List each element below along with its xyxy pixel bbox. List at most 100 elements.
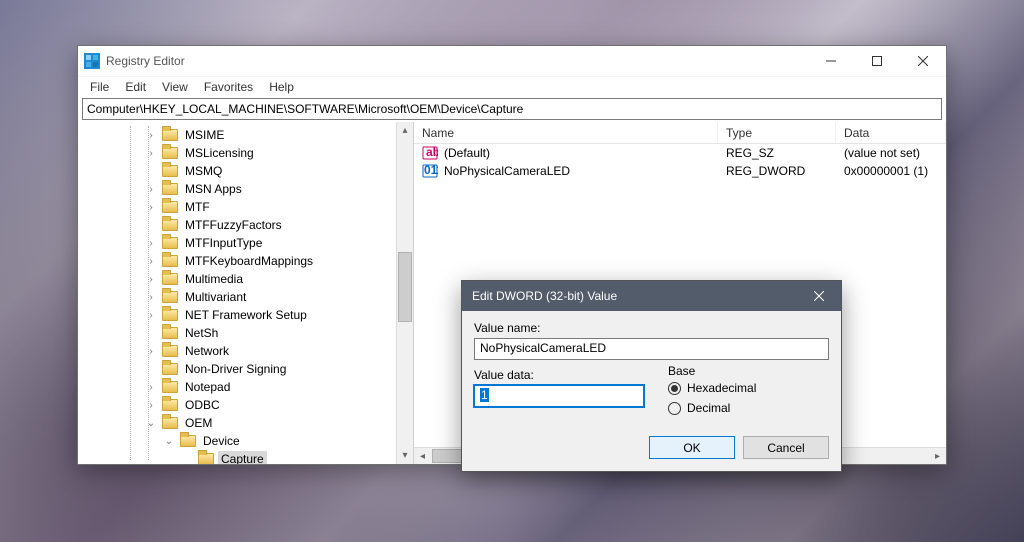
tree-node-label: Network xyxy=(182,343,232,359)
folder-icon xyxy=(162,399,178,411)
cancel-button[interactable]: Cancel xyxy=(743,436,829,459)
folder-icon xyxy=(162,363,178,375)
dialog-close-button[interactable] xyxy=(797,281,841,311)
value-data-field[interactable]: 1 xyxy=(474,385,644,407)
tree-node-label: MTFKeyboardMappings xyxy=(182,253,316,269)
column-data[interactable]: Data xyxy=(836,122,946,143)
tree-node[interactable]: Non-Driver Signing xyxy=(78,360,396,378)
value-data-label: Value data: xyxy=(474,368,644,382)
chevron-right-icon[interactable]: › xyxy=(144,256,158,267)
tree-node[interactable]: › MTFKeyboardMappings xyxy=(78,252,396,270)
folder-icon xyxy=(162,309,178,321)
ok-button[interactable]: OK xyxy=(649,436,735,459)
folder-icon xyxy=(162,183,178,195)
address-text: Computer\HKEY_LOCAL_MACHINE\SOFTWARE\Mic… xyxy=(87,102,523,116)
radio-button-icon xyxy=(668,382,681,395)
menu-edit[interactable]: Edit xyxy=(117,78,154,96)
tree-node-label: OEM xyxy=(182,415,215,431)
tree-node[interactable]: ›Notepad xyxy=(78,378,396,396)
tree-node-label: MSMQ xyxy=(182,163,225,179)
chevron-right-icon[interactable]: › xyxy=(144,202,158,213)
tree-node[interactable]: ›MTFInputType xyxy=(78,234,396,252)
maximize-button[interactable] xyxy=(854,46,900,76)
value-data: (value not set) xyxy=(836,146,946,160)
tree-node[interactable]: NetSh xyxy=(78,324,396,342)
radio-decimal[interactable]: Decimal xyxy=(668,398,829,418)
chevron-right-icon[interactable]: › xyxy=(144,310,158,321)
tree-node-label: MTFFuzzyFactors xyxy=(182,217,285,233)
value-type: REG_SZ xyxy=(718,146,836,160)
chevron-down-icon[interactable]: ⌄ xyxy=(144,418,158,429)
scroll-up-arrow-icon[interactable]: ▴ xyxy=(397,122,413,139)
folder-icon xyxy=(198,453,214,464)
chevron-right-icon[interactable]: › xyxy=(144,400,158,411)
chevron-right-icon[interactable]: › xyxy=(144,346,158,357)
edit-dword-dialog: Edit DWORD (32-bit) Value Value name: No… xyxy=(461,280,842,472)
scroll-thumb[interactable] xyxy=(398,252,412,322)
list-row[interactable]: 011NoPhysicalCameraLEDREG_DWORD0x0000000… xyxy=(414,162,946,180)
tree-node[interactable]: MSMQ xyxy=(78,162,396,180)
tree-node[interactable]: › MTF xyxy=(78,198,396,216)
menu-file[interactable]: File xyxy=(82,78,117,96)
tree-node[interactable]: › NET Framework Setup xyxy=(78,306,396,324)
column-name[interactable]: Name xyxy=(414,122,718,143)
chevron-right-icon[interactable]: › xyxy=(144,238,158,249)
menu-help[interactable]: Help xyxy=(261,78,302,96)
tree-node[interactable]: › Network xyxy=(78,342,396,360)
tree-node-label: MSLicensing xyxy=(182,145,257,161)
folder-icon xyxy=(162,237,178,249)
folder-icon xyxy=(162,417,178,429)
radio-button-icon xyxy=(668,402,681,415)
tree-node-label: Multimedia xyxy=(182,271,246,287)
scroll-left-arrow-icon[interactable]: ◂ xyxy=(414,448,431,464)
value-name: NoPhysicalCameraLED xyxy=(444,164,570,178)
menu-favorites[interactable]: Favorites xyxy=(196,78,261,96)
scroll-right-arrow-icon[interactable]: ▸ xyxy=(929,448,946,464)
svg-text:ab: ab xyxy=(426,145,438,159)
chevron-right-icon[interactable]: › xyxy=(144,130,158,141)
chevron-down-icon[interactable]: ⌄ xyxy=(162,436,176,447)
dialog-title: Edit DWORD (32-bit) Value xyxy=(472,289,617,303)
radio-hexadecimal[interactable]: Hexadecimal xyxy=(668,378,829,398)
tree-node[interactable]: › Multivariant xyxy=(78,288,396,306)
svg-text:011: 011 xyxy=(424,163,438,177)
tree-node-label: NET Framework Setup xyxy=(182,307,310,323)
address-bar[interactable]: Computer\HKEY_LOCAL_MACHINE\SOFTWARE\Mic… xyxy=(82,98,942,120)
list-row[interactable]: ab (Default) REG_SZ(value not set) xyxy=(414,144,946,162)
tree-node-label: MSN Apps xyxy=(182,181,245,197)
scroll-down-arrow-icon[interactable]: ▾ xyxy=(397,447,413,464)
tree-node[interactable]: › MSLicensing xyxy=(78,144,396,162)
minimize-button[interactable] xyxy=(808,46,854,76)
tree-node[interactable]: › MSN Apps xyxy=(78,180,396,198)
column-type[interactable]: Type xyxy=(718,122,836,143)
titlebar[interactable]: Registry Editor xyxy=(78,46,946,76)
tree-node[interactable]: ⌄ OEM xyxy=(78,414,396,432)
folder-icon xyxy=(162,147,178,159)
tree-node[interactable]: ›MSIME xyxy=(78,126,396,144)
chevron-right-icon[interactable]: › xyxy=(144,292,158,303)
folder-icon xyxy=(180,435,196,447)
tree-node[interactable]: MTFFuzzyFactors xyxy=(78,216,396,234)
chevron-right-icon[interactable]: › xyxy=(144,382,158,393)
tree-node[interactable]: Capture xyxy=(78,450,396,464)
tree-node[interactable]: ⌄Device xyxy=(78,432,396,450)
tree-node[interactable]: ›ODBC xyxy=(78,396,396,414)
tree-node-label: Capture xyxy=(218,451,267,464)
chevron-right-icon[interactable]: › xyxy=(144,184,158,195)
list-header[interactable]: Name Type Data xyxy=(414,122,946,144)
base-group-label: Base xyxy=(668,364,695,378)
chevron-right-icon[interactable]: › xyxy=(144,274,158,285)
dialog-titlebar[interactable]: Edit DWORD (32-bit) Value xyxy=(462,281,841,311)
tree-node-label: Non-Driver Signing xyxy=(182,361,289,377)
folder-icon xyxy=(162,291,178,303)
value-name-field[interactable]: NoPhysicalCameraLED xyxy=(474,338,829,360)
tree-vertical-scrollbar[interactable]: ▴ ▾ xyxy=(396,122,413,464)
value-name: (Default) xyxy=(444,146,490,160)
menu-view[interactable]: View xyxy=(154,78,196,96)
close-button[interactable] xyxy=(900,46,946,76)
tree-node-label: Multivariant xyxy=(182,289,249,305)
tree-node[interactable]: › Multimedia xyxy=(78,270,396,288)
app-icon xyxy=(84,53,100,69)
tree-node-label: MTF xyxy=(182,199,213,215)
chevron-right-icon[interactable]: › xyxy=(144,148,158,159)
